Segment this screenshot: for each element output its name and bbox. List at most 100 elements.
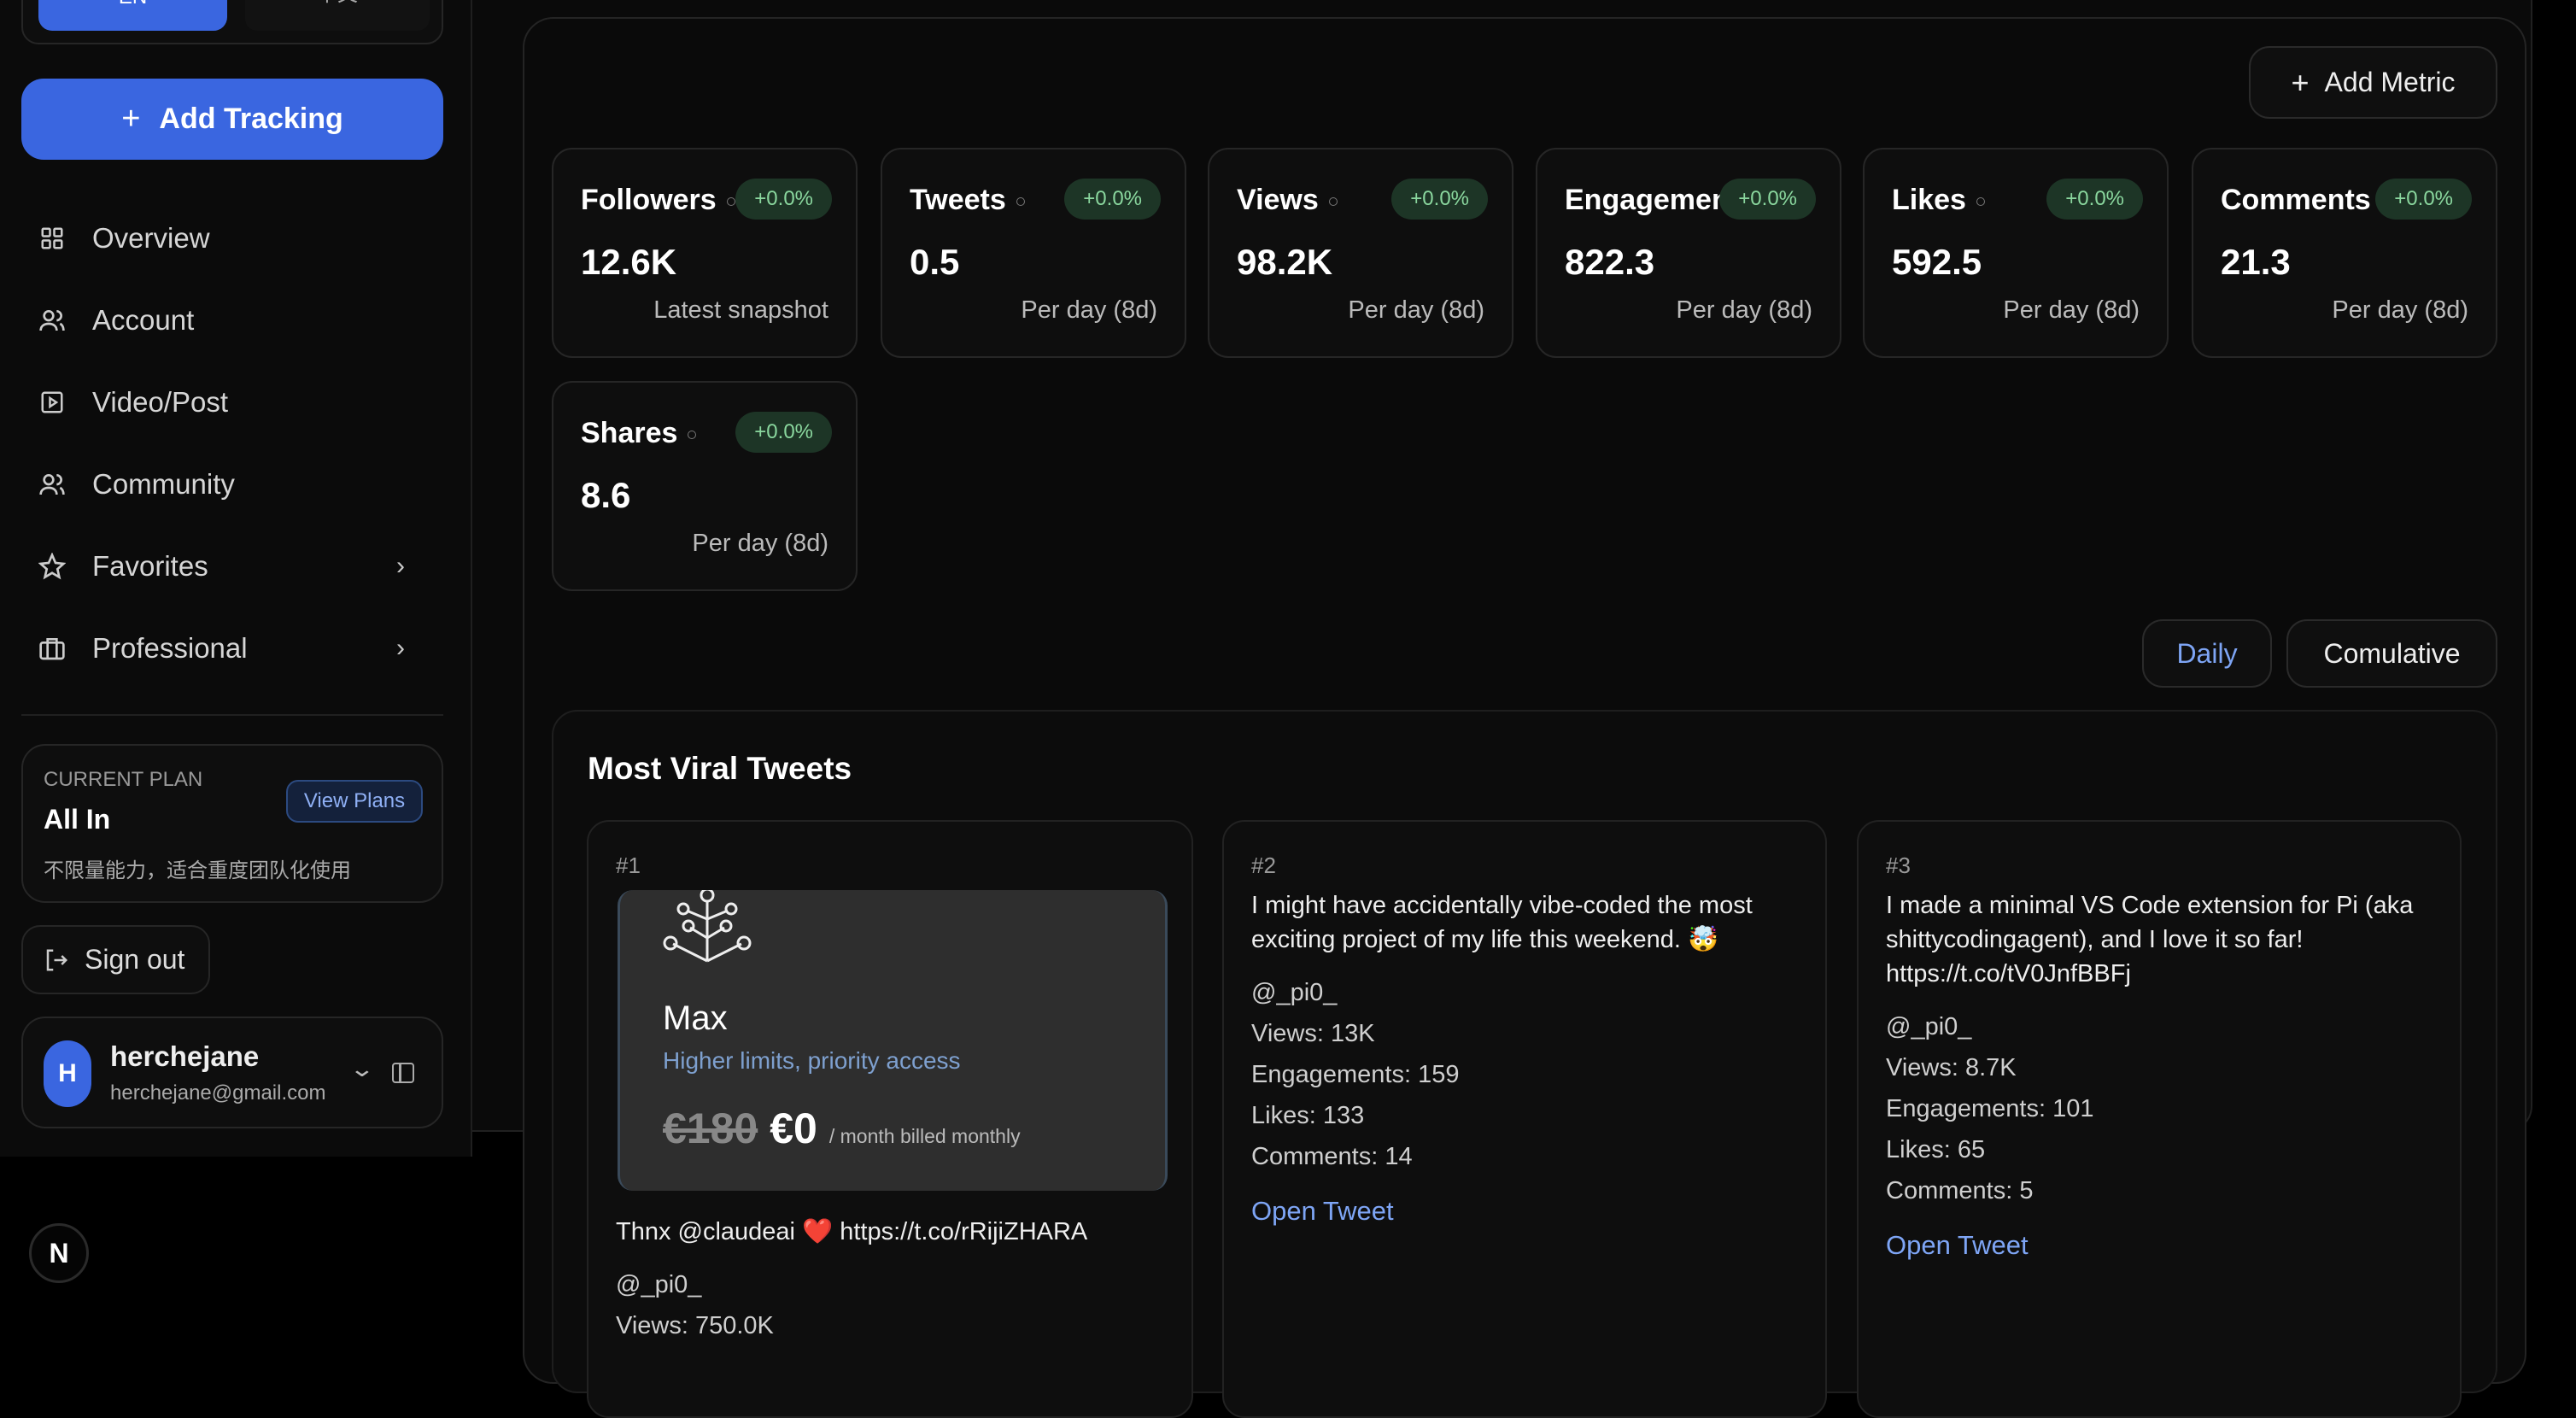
change-badge: +0.0%	[735, 179, 832, 220]
metric-card-tweets: Tweets +0.0% 0.5 Per day (8d)	[881, 148, 1186, 358]
info-icon[interactable]	[1329, 197, 1338, 206]
metric-subtitle: Per day (8d)	[692, 530, 828, 558]
section-title: Most Viral Tweets	[588, 751, 852, 787]
sidebar: EN 中文 + Add Tracking Overview Account Vide…	[0, 0, 472, 1157]
sign-out-button[interactable]: Sign out	[21, 925, 210, 994]
tweet-text: I made a minimal VS Code extension for P…	[1886, 888, 2433, 991]
star-icon	[38, 552, 67, 581]
tweet-stat: Views: 8.7K	[1886, 1054, 2017, 1082]
add-tracking-button[interactable]: + Add Tracking	[21, 79, 443, 160]
metric-title: Likes	[1892, 184, 1985, 217]
add-tracking-label: Add Tracking	[159, 103, 342, 136]
info-icon[interactable]	[1976, 197, 1985, 206]
users-icon	[38, 470, 67, 499]
sign-out-label: Sign out	[85, 944, 184, 976]
promo-pricing: €180€0 / month billed monthly	[663, 1104, 1021, 1153]
sidebar-item-favorites[interactable]: Favorites ›	[38, 536, 430, 596]
change-badge: +0.0%	[735, 412, 832, 453]
metric-value: 8.6	[581, 475, 630, 516]
tweet-stat: Comments: 5	[1886, 1177, 2033, 1205]
info-icon[interactable]	[727, 197, 735, 206]
tweet-rank: #3	[1886, 853, 1911, 879]
metric-title-text: Followers	[581, 184, 717, 216]
tweet-card: #1 MaxHigher limits, priority access€180€…	[587, 820, 1193, 1418]
sidebar-item-community[interactable]: Community	[38, 454, 430, 514]
price: €0	[770, 1104, 817, 1153]
info-icon[interactable]	[688, 431, 696, 439]
billing-period: / month billed monthly	[829, 1125, 1021, 1148]
nav-label: Favorites	[92, 550, 208, 583]
tweet-media-image[interactable]: MaxHigher limits, priority access€180€0/…	[618, 890, 1168, 1191]
metric-subtitle: Latest snapshot	[653, 296, 828, 325]
change-badge: +0.0%	[1064, 179, 1161, 220]
metric-card-shares: Shares +0.0% 8.6 Per day (8d)	[552, 381, 858, 591]
tweet-rank: #1	[616, 853, 641, 879]
nav-label: Professional	[92, 632, 248, 665]
chevron-down-icon[interactable]: ⌄	[349, 1056, 376, 1082]
metric-value: 21.3	[2221, 242, 2291, 283]
users-icon	[38, 306, 67, 335]
metric-title-text: Shares	[581, 417, 677, 449]
sidebar-toggle-icon[interactable]	[392, 1063, 414, 1083]
sidebar-item-account[interactable]: Account	[38, 290, 430, 350]
current-plan-card: CURRENT PLAN All In 不限量能力，适合重度团队化使用 View…	[21, 744, 443, 903]
metric-value: 98.2K	[1237, 242, 1332, 283]
metric-subtitle: Per day (8d)	[1676, 296, 1812, 325]
metric-card-likes: Likes+0.0%592.5Per day (8d)	[1863, 148, 2169, 358]
metric-value: 0.5	[910, 242, 959, 283]
tweet-text: I might have accidentally vibe-coded the…	[1251, 888, 1798, 957]
metric-title-text: Comments	[2221, 184, 2371, 216]
tweet-text: Thnx @claudeai ❤️ https://t.co/rRijiZHAR…	[616, 1215, 1164, 1249]
lang-zh-button[interactable]: 中文	[245, 0, 430, 31]
nav-label: Overview	[92, 222, 210, 255]
app-logo[interactable]: N	[29, 1223, 89, 1283]
add-metric-button[interactable]: + Add Metric	[2249, 46, 2497, 119]
tweet-stat: Engagements: 159	[1251, 1061, 1459, 1089]
info-icon[interactable]	[1016, 197, 1025, 206]
sidebar-item-video-post[interactable]: Video/Post	[38, 372, 430, 432]
metric-title: Comments	[2221, 184, 2390, 217]
promo-title: Max	[663, 999, 728, 1038]
open-tweet-link[interactable]: Open Tweet	[1886, 1230, 2029, 1261]
user-card[interactable]: H herchejane herchejane@gmail.com ⌄	[21, 1017, 443, 1128]
view-plans-button[interactable]: View Plans	[286, 780, 423, 823]
daily-toggle[interactable]: Daily	[2142, 619, 2272, 688]
tweet-handle[interactable]: @_pi0_	[1886, 1013, 1971, 1041]
sidebar-item-professional[interactable]: Professional ›	[38, 618, 430, 678]
metric-title: Followers	[581, 184, 735, 217]
video-icon	[38, 388, 67, 417]
metric-title-text: Likes	[1892, 184, 1966, 216]
nav-label: Video/Post	[92, 386, 228, 419]
plus-icon: +	[121, 101, 140, 138]
metric-title-text: Tweets	[910, 184, 1006, 216]
add-metric-label: Add Metric	[2325, 67, 2456, 98]
user-email: herchejane@gmail.com	[110, 1081, 325, 1105]
metric-title-text: Views	[1237, 184, 1319, 216]
metric-subtitle: Per day (8d)	[2332, 296, 2468, 325]
metric-subtitle: Per day (8d)	[1348, 296, 1484, 325]
metric-subtitle: Per day (8d)	[1021, 296, 1157, 325]
change-badge: +0.0%	[1391, 179, 1488, 220]
lang-en-button[interactable]: EN	[38, 0, 227, 31]
open-tweet-link[interactable]: Open Tweet	[1251, 1196, 1394, 1227]
tweet-handle[interactable]: @_pi0_	[616, 1271, 701, 1299]
cumulative-toggle[interactable]: Comulative	[2286, 619, 2497, 688]
tweet-stat: Views: 750.0K	[616, 1312, 774, 1340]
change-badge: +0.0%	[2046, 179, 2143, 220]
tweet-card: #2I might have accidentally vibe-coded t…	[1222, 820, 1827, 1418]
briefcase-icon	[38, 634, 67, 663]
chevron-right-icon: ›	[396, 634, 405, 663]
user-name: herchejane	[110, 1040, 259, 1073]
sidebar-item-overview[interactable]: Overview	[38, 208, 430, 268]
change-badge: +0.0%	[2375, 179, 2472, 220]
old-price: €180	[663, 1104, 758, 1153]
metric-title: Tweets	[910, 184, 1025, 217]
metric-card-engagements: Engagements+0.0%822.3Per day (8d)	[1536, 148, 1841, 358]
metric-value: 12.6K	[581, 242, 676, 283]
tweet-stat: Likes: 133	[1251, 1102, 1364, 1130]
tweet-handle[interactable]: @_pi0_	[1251, 979, 1337, 1007]
chevron-right-icon: ›	[396, 552, 405, 581]
sign-out-icon	[44, 947, 69, 973]
language-toggle: EN 中文	[21, 0, 443, 44]
tweet-stat: Views: 13K	[1251, 1020, 1375, 1048]
